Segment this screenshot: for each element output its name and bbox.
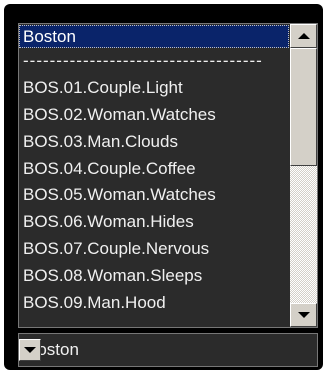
city-combobox[interactable]: Boston xyxy=(18,333,318,367)
list-item[interactable]: BOS.08.Woman.Sleeps xyxy=(19,263,289,290)
list-item[interactable]: Boston xyxy=(19,25,289,48)
options-listbox[interactable]: Boston ----------------------------------… xyxy=(18,23,318,328)
scroll-thumb[interactable] xyxy=(290,48,317,166)
combobox-dropdown-button[interactable] xyxy=(19,339,41,361)
list-item[interactable]: BOS.04.Couple.Coffee xyxy=(19,156,289,183)
scroll-up-button[interactable] xyxy=(290,24,317,48)
options-list: Boston ----------------------------------… xyxy=(19,24,289,327)
list-scrollbar[interactable] xyxy=(290,24,317,327)
arrow-down-icon xyxy=(297,312,310,318)
list-item[interactable]: BOS.03.Man.Clouds xyxy=(19,129,289,156)
list-separator: ------------------------------------ xyxy=(23,51,263,70)
list-item[interactable]: BOS.01.Couple.Light xyxy=(19,75,289,102)
list-item[interactable]: BOS.06.Woman.Hides xyxy=(19,209,289,236)
scroll-down-button[interactable] xyxy=(290,303,317,327)
list-item[interactable]: BOS.09.Man.Hood xyxy=(19,290,289,317)
dropdown-panel: Boston ----------------------------------… xyxy=(4,4,323,370)
list-item[interactable]: BOS.02.Woman.Watches xyxy=(19,102,289,129)
list-item[interactable]: BOS.07.Couple.Nervous xyxy=(19,236,289,263)
list-item[interactable]: BOS.05.Woman.Watches xyxy=(19,182,289,209)
arrow-up-icon xyxy=(297,33,310,39)
arrow-down-icon xyxy=(24,347,36,353)
